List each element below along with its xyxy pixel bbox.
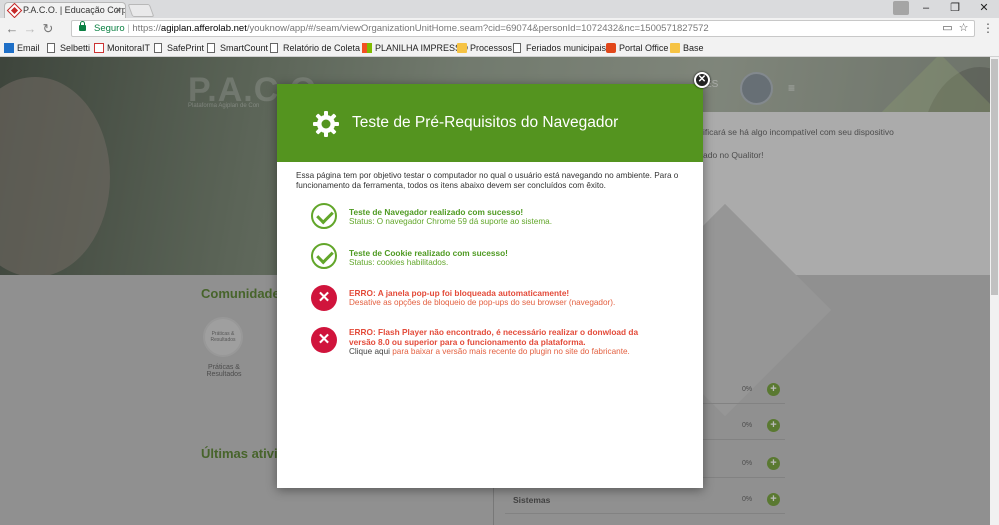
bookmark-planilha[interactable]: PLANILHA IMPRESSO — [362, 41, 468, 55]
download-link[interactable]: Clique aqui — [349, 347, 390, 356]
scrollbar-thumb[interactable] — [991, 59, 998, 295]
bookmark-feriados[interactable]: Feriados municipais — [513, 41, 606, 55]
page-icon — [207, 43, 215, 53]
bookmark-processos[interactable]: Processos — [457, 41, 512, 55]
cast-icon[interactable]: ▭ — [941, 22, 954, 35]
bookmark-label: Email — [17, 43, 40, 53]
office-icon — [606, 43, 616, 53]
url-host: agiplan.afferolab.net — [160, 23, 247, 34]
bookmark-label: Relatório de Coleta d — [283, 43, 368, 53]
folder-icon — [457, 43, 467, 53]
bookmark-monitorait[interactable]: MonitoraIT — [94, 41, 150, 55]
check-status-rest: para baixar a versão mais recente do plu… — [389, 347, 630, 356]
profile-icon[interactable] — [893, 1, 909, 15]
page-icon — [154, 43, 162, 53]
url-scheme: https:// — [132, 23, 161, 34]
outlook-icon — [4, 43, 14, 53]
browser-tab[interactable]: P.A.C.O. | Educação Corp × — [4, 2, 126, 18]
windows-icon — [362, 43, 372, 53]
check-title: ERRO: A janela pop-up foi bloqueada auto… — [349, 288, 570, 298]
maximize-button[interactable]: ❐ — [941, 0, 969, 17]
prerequisites-modal: Teste de Pré-Requisitos do Navegador Ess… — [277, 84, 703, 488]
bookmark-relatorio[interactable]: Relatório de Coleta d — [270, 41, 368, 55]
page-icon — [270, 43, 278, 53]
bookmark-label: Processos — [470, 43, 513, 53]
bookmark-label: MonitoraIT — [107, 43, 151, 53]
tab-title: P.A.C.O. | Educação Corp — [23, 5, 126, 15]
bookmark-base[interactable]: Base — [670, 41, 704, 55]
modal-header: Teste de Pré-Requisitos do Navegador — [277, 84, 703, 162]
gmail-icon — [94, 43, 104, 53]
check-title: Teste de Cookie realizado com sucesso! — [349, 248, 508, 258]
page-icon — [513, 43, 521, 53]
forward-button[interactable]: → — [22, 20, 38, 37]
check-title: Teste de Navegador realizado com sucesso… — [349, 207, 524, 217]
check-title: versão 8.0 ou superior para o funcioname… — [349, 337, 586, 347]
tab-close-icon[interactable]: × — [115, 3, 121, 18]
folder-icon — [670, 43, 680, 53]
modal-title: Teste de Pré-Requisitos do Navegador — [352, 114, 619, 131]
page-icon — [47, 43, 55, 53]
bookmark-selbetti[interactable]: Selbetti — [47, 41, 90, 55]
gear-icon — [313, 111, 339, 137]
lock-icon — [79, 21, 86, 31]
back-button[interactable]: ← — [4, 20, 20, 37]
url-path: /youknow/app/#/seam/viewOrganizationUnit… — [246, 23, 709, 34]
check-status: Desative as opções de bloqueio de pop-up… — [349, 298, 616, 307]
bookmark-portal-office[interactable]: Portal Office — [606, 41, 668, 55]
check-status: Clique aqui para baixar a versão mais re… — [349, 347, 630, 357]
modal-close-button[interactable]: ✕ — [694, 72, 710, 88]
bookmark-label: PLANILHA IMPRESSO — [375, 43, 469, 53]
browser-menu-icon[interactable]: ⋮ — [982, 20, 994, 37]
page-scrollbar[interactable] — [990, 57, 999, 525]
reload-button[interactable]: ↻ — [40, 20, 56, 37]
bookmarks-bar: Email Selbetti MonitoraIT SafePrint Smar… — [0, 40, 999, 57]
success-check-icon — [311, 243, 337, 269]
close-window-button[interactable]: ✕ — [970, 0, 998, 17]
minimize-button[interactable]: – — [912, 0, 940, 17]
browser-toolbar: ← → ↻ Seguro | https://agiplan.afferolab… — [0, 18, 999, 40]
bookmark-label: Feriados municipais — [526, 43, 607, 53]
secure-label: Seguro — [94, 23, 125, 34]
error-x-icon: ✕ — [311, 285, 337, 311]
address-bar[interactable]: Seguro | https://agiplan.afferolab.net/y… — [71, 20, 975, 37]
bookmark-email[interactable]: Email — [4, 41, 40, 55]
bookmark-smartcount[interactable]: SmartCount — [207, 41, 268, 55]
new-tab-button[interactable] — [127, 4, 155, 17]
bookmark-label: SmartCount — [220, 43, 269, 53]
bookmark-safeprint[interactable]: SafePrint — [154, 41, 204, 55]
bookmark-label: Selbetti — [60, 43, 91, 53]
modal-intro-text: Essa página tem por objetivo testar o co… — [296, 171, 679, 190]
check-title: ERRO: Flash Player não encontrado, é nec… — [349, 327, 639, 337]
error-x-icon: ✕ — [311, 327, 337, 353]
bookmark-label: SafePrint — [167, 43, 205, 53]
bookmark-star-icon[interactable]: ☆ — [957, 22, 970, 35]
check-status: Status: cookies habilitados. — [349, 258, 449, 267]
tab-strip: P.A.C.O. | Educação Corp × – ❐ ✕ — [0, 0, 999, 18]
bookmark-label: Base — [683, 43, 704, 53]
check-status: Status: O navegador Chrome 59 dá suporte… — [349, 217, 552, 226]
bookmark-label: Portal Office — [619, 43, 669, 53]
site-favicon-icon — [6, 3, 23, 18]
success-check-icon — [311, 203, 337, 229]
